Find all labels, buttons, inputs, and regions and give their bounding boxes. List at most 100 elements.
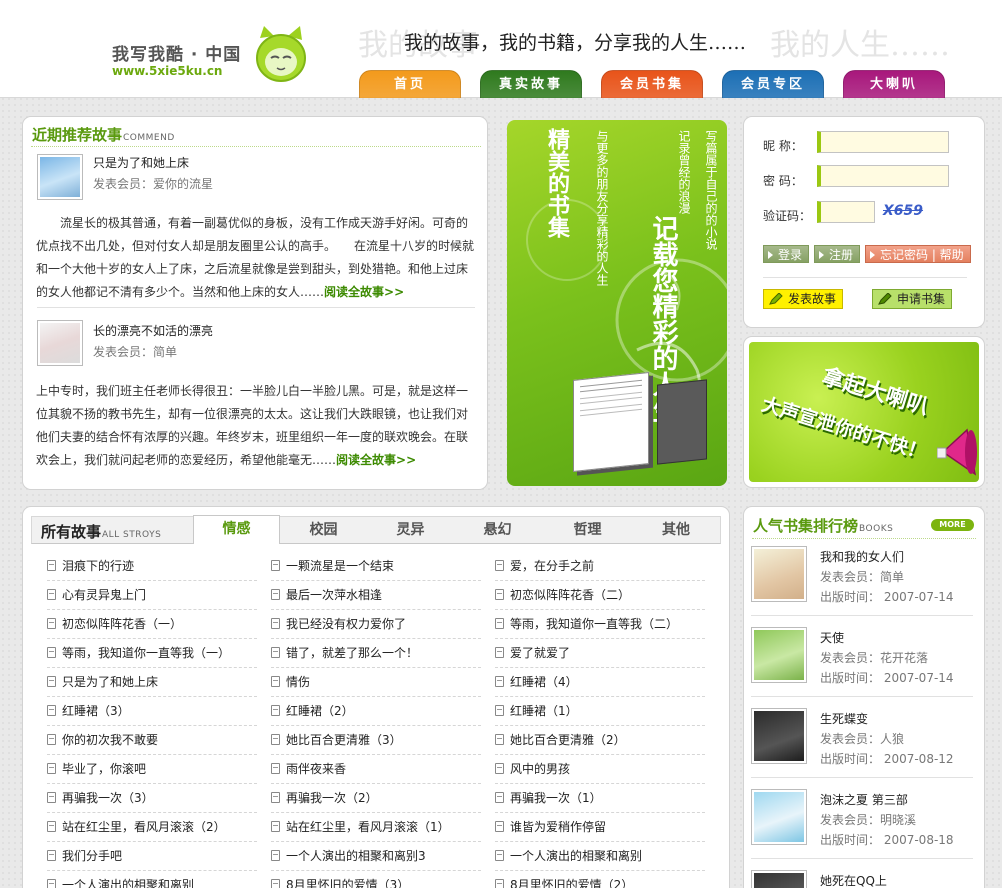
tab-other[interactable]: 其他 — [634, 517, 718, 543]
captcha-input[interactable] — [817, 201, 875, 223]
story-list-item[interactable]: 一个人演出的相聚和离别3 — [271, 842, 481, 871]
book-cover-thumbnail[interactable] — [751, 870, 807, 888]
nav-tab-true-stories[interactable]: 真实故事 — [480, 70, 582, 98]
story-list-item[interactable]: 一颗流星是一个结束 — [271, 552, 481, 581]
more-button[interactable]: MORE — [931, 519, 974, 531]
forgot-password-button[interactable]: 忘记密码 | 帮助 — [865, 245, 971, 263]
captcha-image[interactable]: X659 — [883, 203, 923, 219]
story-thumbnail[interactable] — [37, 320, 83, 366]
story-list-item-label: 错了，就差了那么一个！ — [286, 646, 419, 660]
story-list-item[interactable]: 等雨，我知道你一直等我（二） — [495, 610, 705, 639]
story-list-item[interactable]: 爱，在分手之前 — [495, 552, 705, 581]
story-thumbnail[interactable] — [37, 154, 83, 200]
story-list-item[interactable]: 红睡裙（2） — [271, 697, 481, 726]
story-list-item[interactable]: 雨伴夜来香 — [271, 755, 481, 784]
book-title[interactable]: 生死蝶变 — [820, 710, 868, 727]
story-list-item[interactable]: 再骗我一次（1） — [495, 784, 705, 813]
story-list-item[interactable]: 再骗我一次（2） — [271, 784, 481, 813]
apply-book-button[interactable]: 申请书集 — [872, 289, 953, 309]
book-title[interactable]: 我和我的女人们 — [820, 548, 904, 565]
all-stories-subtitle: ALL STROYS — [102, 530, 162, 540]
document-icon — [47, 850, 56, 861]
story-list-item[interactable]: 只是为了和她上床 — [47, 668, 257, 697]
story-list-item-label: 站在红尘里，看风月滚滚（1） — [286, 820, 450, 834]
story-list-item[interactable]: 谁皆为爱稍作停留 — [495, 813, 705, 842]
nav-tab-home[interactable]: 首页 — [359, 70, 461, 98]
story-list-item[interactable]: 我已经没有权力爱你了 — [271, 610, 481, 639]
tab-campus[interactable]: 校园 — [280, 517, 367, 543]
story-list-item[interactable]: 我们分手吧 — [47, 842, 257, 871]
story-list-item[interactable]: 风中的男孩 — [495, 755, 705, 784]
register-button[interactable]: 注册 — [814, 245, 861, 263]
story-list-item[interactable]: 错了，就差了那么一个！ — [271, 639, 481, 668]
story-list-item[interactable]: 红睡裙（3） — [47, 697, 257, 726]
story-title[interactable]: 只是为了和她上床 — [93, 154, 189, 171]
story-list-item[interactable]: 等雨，我知道你一直等我（一） — [47, 639, 257, 668]
book-cover-image — [657, 379, 707, 465]
login-button[interactable]: 登录 — [763, 245, 810, 263]
tab-fantasy[interactable]: 悬幻 — [454, 517, 541, 543]
password-input[interactable] — [817, 165, 949, 187]
nav-tab-loudspeaker[interactable]: 大喇叭 — [843, 70, 945, 98]
story-list-item[interactable]: 初恋似阵阵花香（二） — [495, 581, 705, 610]
story-list-item-label: 红睡裙（2） — [286, 704, 354, 718]
story-list-item[interactable]: 红睡裙（4） — [495, 668, 705, 697]
nickname-input[interactable] — [817, 131, 949, 153]
banner-tagline-2: 记录曾经的浪漫 — [677, 130, 691, 214]
site-logo-text[interactable]: 我写我酷 · 中国 — [112, 40, 241, 65]
story-list-item-label: 爱了就爱了 — [510, 646, 571, 660]
loudspeaker-icon — [937, 428, 977, 476]
story-list-item-label: 红睡裙（3） — [62, 704, 130, 718]
book-cover-thumbnail[interactable] — [751, 627, 807, 683]
document-icon — [47, 879, 56, 888]
story-list-item[interactable]: 站在红尘里，看风月滚滚（2） — [47, 813, 257, 842]
pencil-icon — [878, 293, 892, 305]
story-list-item[interactable]: 最后一次萍水相逢 — [271, 581, 481, 610]
story-list-item-label: 等雨，我知道你一直等我（二） — [510, 617, 679, 631]
story-list-item[interactable]: 一个人演出的相聚和离别 — [47, 871, 257, 888]
book-cover-thumbnail[interactable] — [751, 546, 807, 602]
story-list-item-label: 一颗流星是一个结束 — [286, 559, 395, 573]
tab-supernatural[interactable]: 灵异 — [367, 517, 454, 543]
book-title[interactable]: 天使 — [820, 629, 844, 646]
story-list-item[interactable]: 她比百合更清雅（2） — [495, 726, 705, 755]
story-list-item-label: 8月里怀旧的爱情（3） — [286, 878, 410, 888]
read-full-story-link[interactable]: 阅读全故事>> — [336, 453, 416, 467]
nav-tab-member-books[interactable]: 会员书集 — [601, 70, 703, 98]
document-icon — [495, 705, 504, 716]
document-icon — [495, 734, 504, 745]
login-divider — [763, 277, 967, 278]
story-list-item[interactable]: 你的初次我不敢要 — [47, 726, 257, 755]
site-logo-url[interactable]: www.5xie5ku.cn — [112, 64, 222, 78]
story-list-item[interactable]: 8月里怀旧的爱情（2） — [495, 871, 705, 888]
book-title[interactable]: 泡沫之夏 第三部 — [820, 791, 908, 808]
nickname-label: 昵 称： — [763, 139, 803, 153]
book-title[interactable]: 她死在QQ上 — [820, 872, 887, 888]
story-list-item[interactable]: 红睡裙（1） — [495, 697, 705, 726]
tab-philosophy[interactable]: 哲理 — [541, 517, 634, 543]
story-list-item[interactable]: 情伤 — [271, 668, 481, 697]
document-icon — [47, 705, 56, 716]
book-divider — [751, 615, 973, 616]
story-list-item[interactable]: 再骗我一次（3） — [47, 784, 257, 813]
story-title[interactable]: 长的漂亮不如活的漂亮 — [93, 322, 213, 339]
book-cover-thumbnail[interactable] — [751, 708, 807, 764]
story-list-item[interactable]: 8月里怀旧的爱情（3） — [271, 871, 481, 888]
story-list-item[interactable]: 初恋似阵阵花香（一） — [47, 610, 257, 639]
book-cover-thumbnail[interactable] — [751, 789, 807, 845]
post-story-button[interactable]: 发表故事 — [763, 289, 844, 309]
book-collection-banner[interactable]: 写篇属于自己的的小说 记录曾经的浪漫 记载您精彩的人生 与更多的朋友分享精彩的人… — [507, 120, 727, 486]
nav-tab-member-zone[interactable]: 会员专区 — [722, 70, 824, 98]
loudspeaker-banner[interactable]: 拿起大喇叭 大声宣泄你的不快！ — [749, 342, 979, 482]
story-list-item[interactable]: 毕业了，你滚吧 — [47, 755, 257, 784]
document-icon — [47, 763, 56, 774]
story-list-item[interactable]: 心有灵异鬼上门 — [47, 581, 257, 610]
read-full-story-link[interactable]: 阅读全故事>> — [324, 285, 404, 299]
story-list-item[interactable]: 爱了就爱了 — [495, 639, 705, 668]
story-list-item[interactable]: 她比百合更清雅（3） — [271, 726, 481, 755]
story-list-item[interactable]: 一个人演出的相聚和离别 — [495, 842, 705, 871]
story-list-item-label: 初恋似阵阵花香（二） — [510, 588, 631, 602]
tab-emotion[interactable]: 情感 — [193, 515, 280, 544]
story-list-item[interactable]: 泪痕下的行迹 — [47, 552, 257, 581]
story-list-item[interactable]: 站在红尘里，看风月滚滚（1） — [271, 813, 481, 842]
